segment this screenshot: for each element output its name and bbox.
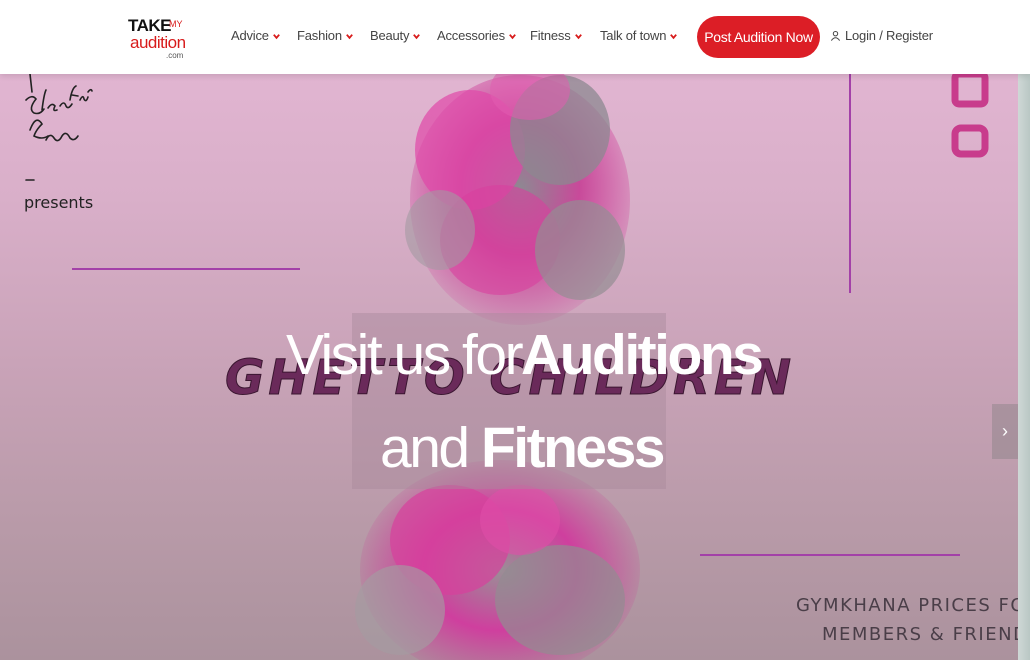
hero-banner: GHETTO CHILDREN presents GYMKHANA PRICES…	[0, 0, 1018, 660]
nav-item-label: Accessories	[437, 28, 505, 43]
carousel-next-button[interactable]: ›	[992, 404, 1018, 459]
poster-date-fragment	[951, 70, 989, 158]
chevron-down-icon	[413, 34, 421, 40]
poster-presents-text: presents	[24, 193, 94, 212]
chevron-down-icon	[509, 34, 516, 40]
site-logo[interactable]: TAKE MY audition .com	[128, 16, 190, 62]
poster-note-line1: GYMKHANA PRICES FOR	[796, 595, 1018, 616]
headline-line1: Visit us forAuditions	[286, 322, 764, 388]
nav-item-label: Talk of town	[600, 28, 667, 43]
chevron-down-icon	[272, 34, 280, 40]
chevron-down-icon	[345, 34, 353, 40]
nav-item-label: Beauty	[370, 28, 410, 43]
poster-note-line2: MEMBERS & FRIENDS	[822, 624, 1018, 645]
nav-item-fitness[interactable]: Fitness	[530, 28, 583, 43]
smoke-lower-decoration	[355, 460, 640, 660]
headline-line2-bold: Fitness	[480, 416, 666, 480]
headline-line1-light: Visit us for	[286, 323, 524, 387]
nav-item-accessories[interactable]: Accessories	[437, 28, 517, 43]
smoke-upper-decoration	[405, 60, 630, 325]
headline-line1-bold: Auditions	[521, 323, 764, 387]
nav-item-advice[interactable]: Advice	[231, 28, 281, 43]
site-header: TAKE MY audition .com Advice Fashion Bea…	[0, 0, 1030, 74]
post-audition-button[interactable]: Post Audition Now	[697, 16, 820, 58]
handwritten-logo	[25, 73, 93, 181]
logo-com: .com	[166, 51, 184, 60]
headline-line2-light: and	[380, 416, 481, 480]
nav-item-talk-of-town[interactable]: Talk of town	[600, 28, 678, 43]
login-register-label: Login / Register	[845, 28, 933, 43]
logo-audition: audition	[130, 33, 186, 52]
nav-item-label: Advice	[231, 28, 269, 43]
nav-item-fashion[interactable]: Fashion	[297, 28, 354, 43]
headline-line2: and Fitness	[380, 415, 666, 481]
page-scrollbar[interactable]	[1018, 74, 1030, 660]
chevron-down-icon	[574, 34, 582, 40]
chevron-down-icon	[670, 34, 678, 40]
nav-item-label: Fashion	[297, 28, 342, 43]
nav-item-beauty[interactable]: Beauty	[370, 28, 421, 43]
logo-my: MY	[169, 19, 183, 29]
login-register-link[interactable]: Login / Register	[830, 28, 933, 43]
user-icon	[830, 30, 841, 41]
nav-item-label: Fitness	[530, 28, 571, 43]
